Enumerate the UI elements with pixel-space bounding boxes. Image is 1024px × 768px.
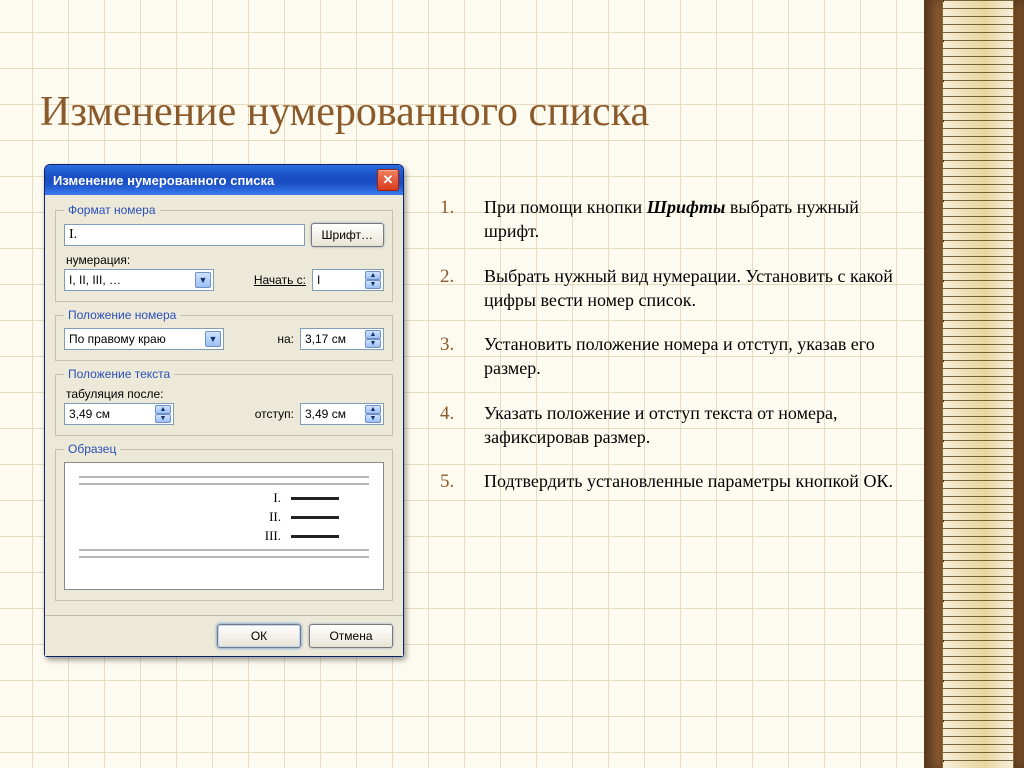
chevron-down-icon: ▼ [365,339,381,348]
decorative-ruler [942,0,1014,768]
item-text: Установить положение номера и отступ, ук… [484,332,900,381]
chevron-down-icon: ▼ [365,414,381,423]
chevron-down-icon: ▼ [195,272,211,288]
indent-spinner[interactable]: 3,49 см ▲ ▼ [300,403,384,425]
preview-numeral: III. [261,528,281,544]
start-at-label: Начать с: [254,273,306,287]
close-button[interactable]: ✕ [377,169,399,191]
start-at-spinner[interactable]: I ▲ ▼ [312,269,384,291]
item-text: Указать положение и отступ текста от ном… [484,401,900,450]
group-label: Формат номера [64,203,160,217]
chevron-up-icon: ▲ [155,405,171,414]
preview-numeral: II. [261,509,281,525]
list-item: 5. Подтвердить установленные параметры к… [440,469,900,495]
group-preview: Образец I. II. III. [55,442,393,601]
spinner-value: I [317,273,320,287]
cancel-button[interactable]: Отмена [309,624,393,648]
group-text-position: Положение текста табуляция после: 3,49 с… [55,367,393,436]
item-number: 4. [440,401,484,450]
group-number-position: Положение номера По правому краю ▼ на: 3… [55,308,393,361]
dialog-title: Изменение нумерованного списка [53,173,274,188]
dialog-titlebar[interactable]: Изменение нумерованного списка ✕ [45,165,403,195]
chevron-up-icon: ▲ [365,330,381,339]
preview-numeral: I. [261,490,281,506]
chevron-down-icon: ▼ [365,280,381,289]
indent-label: отступ: [255,407,294,421]
ok-button[interactable]: ОК [217,624,301,648]
number-format-input[interactable] [64,224,305,246]
close-icon: ✕ [383,172,394,188]
item-text: Выбрать нужный вид нумерации. Установить… [484,264,900,313]
at-position-spinner[interactable]: 3,17 см ▲ ▼ [300,328,384,350]
group-label: Положение текста [64,367,174,381]
numbered-list-dialog: Изменение нумерованного списка ✕ Формат … [44,164,404,657]
tab-after-spinner[interactable]: 3,49 см ▲ ▼ [64,403,174,425]
chevron-down-icon: ▼ [205,331,221,347]
item-text: Подтвердить установленные параметры кноп… [484,469,900,495]
chevron-down-icon: ▼ [155,414,171,423]
chevron-up-icon: ▲ [365,271,381,280]
numbering-style-select[interactable]: I, II, III, … ▼ [64,269,214,291]
item-number: 1. [440,195,484,244]
tab-after-label: табуляция после: [66,387,384,401]
spinner-value: 3,49 см [305,407,346,421]
list-item: 3. Установить положение номера и отступ,… [440,332,900,381]
group-label: Положение номера [64,308,180,322]
item-text: При помощи кнопки Шрифты выбрать нужный … [484,195,900,244]
select-value: По правому краю [69,332,166,346]
group-number-format: Формат номера Шрифт… нумерация: I, II, I… [55,203,393,302]
select-value: I, II, III, … [69,273,121,287]
spinner-value: 3,49 см [69,407,110,421]
font-button[interactable]: Шрифт… [311,223,384,247]
list-item: 4. Указать положение и отступ текста от … [440,401,900,450]
item-number: 3. [440,332,484,381]
numbering-label: нумерация: [66,253,384,267]
item-number: 5. [440,469,484,495]
preview-box: I. II. III. [64,462,384,590]
instruction-list: 1. При помощи кнопки Шрифты выбрать нужн… [440,195,900,515]
group-label: Образец [64,442,120,456]
spinner-value: 3,17 см [305,332,346,346]
dialog-button-row: ОК Отмена [45,615,403,656]
alignment-select[interactable]: По правому краю ▼ [64,328,224,350]
slide-title: Изменение нумерованного списка [40,88,860,136]
item-number: 2. [440,264,484,313]
list-item: 1. При помощи кнопки Шрифты выбрать нужн… [440,195,900,244]
at-label: на: [277,332,294,346]
chevron-up-icon: ▲ [365,405,381,414]
list-item: 2. Выбрать нужный вид нумерации. Установ… [440,264,900,313]
text-fragment: При помощи кнопки [484,197,647,217]
text-bold: Шрифты [647,197,726,217]
